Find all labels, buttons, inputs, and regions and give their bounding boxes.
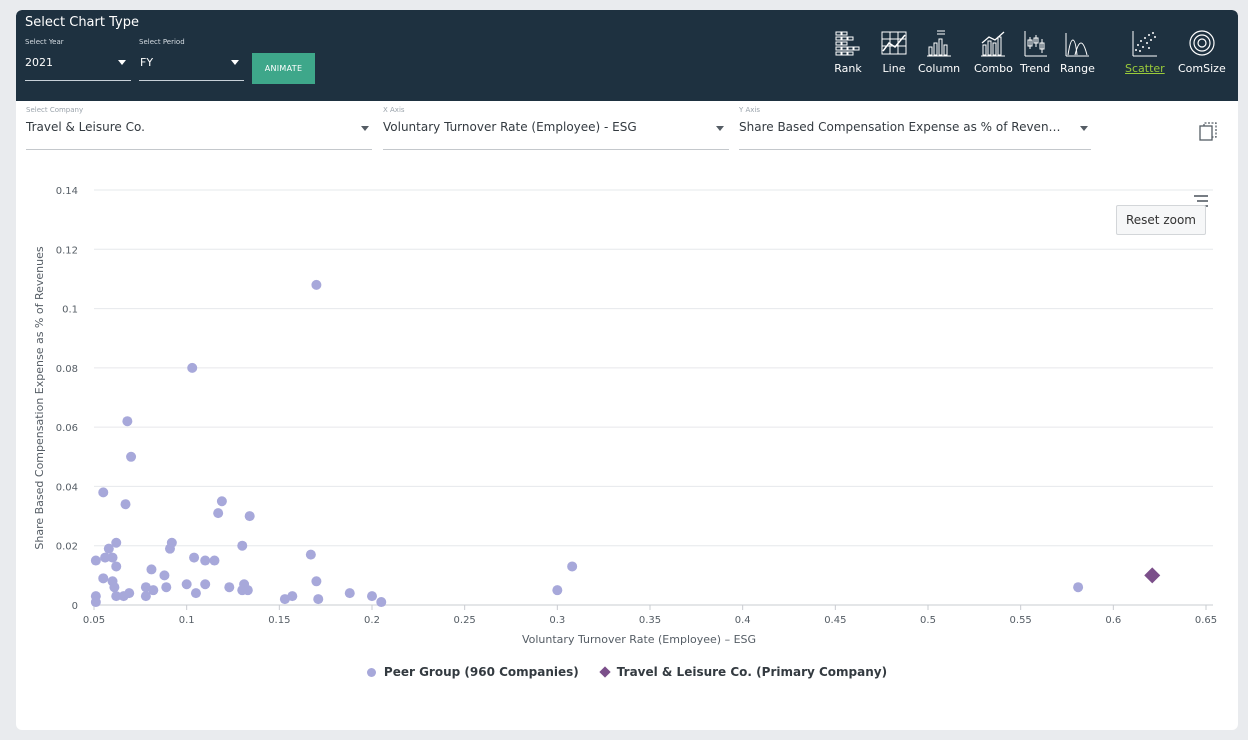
y-axis-title: Share Based Compensation Expense as % of… <box>33 246 46 549</box>
primary-company-point[interactable] <box>1144 567 1161 584</box>
peer-point[interactable] <box>90 555 101 566</box>
peer-point[interactable] <box>189 552 200 563</box>
peer-point[interactable] <box>120 499 131 510</box>
peer-point[interactable] <box>126 451 137 462</box>
peer-point[interactable] <box>98 487 109 498</box>
peer-point[interactable] <box>305 549 316 560</box>
peer-point[interactable] <box>124 588 135 599</box>
x-tick-label: 0.3 <box>549 615 565 626</box>
grid-lines <box>94 189 1213 547</box>
peer-point[interactable] <box>161 582 172 593</box>
peer-point[interactable] <box>209 555 220 566</box>
x-axis-ticks: 0.05 0.1 0.15 0.2 0.25 0.3 0.35 0.4 0.45 0.5 0.55 0… <box>83 605 1217 626</box>
peer-point[interactable] <box>213 508 224 519</box>
peer-point[interactable] <box>107 552 118 563</box>
peer-point[interactable] <box>98 573 109 584</box>
peer-point[interactable] <box>244 511 255 522</box>
legend-label: Peer Group (960 Companies) <box>383 665 579 679</box>
x-tick-label: 0.6 <box>1105 615 1121 626</box>
x-tick-label: 0.5 <box>920 615 936 626</box>
y-tick-label: 0.04 <box>56 482 78 493</box>
x-tick-label: 0.35 <box>639 615 661 626</box>
peer-point[interactable] <box>200 555 211 566</box>
peer-point[interactable] <box>187 362 198 373</box>
x-tick-label: 0.55 <box>1010 615 1032 626</box>
legend-diamond-icon <box>599 666 611 678</box>
peer-point[interactable] <box>109 582 120 593</box>
peer-point[interactable] <box>111 561 122 572</box>
peer-point[interactable] <box>287 591 298 602</box>
x-tick-label: 0.05 <box>83 615 105 626</box>
peer-point[interactable] <box>181 579 192 590</box>
x-tick-label: 0.1 <box>179 615 195 626</box>
peer-point[interactable] <box>140 591 151 602</box>
y-tick-label: 0.02 <box>56 542 78 553</box>
peer-point[interactable] <box>90 597 101 608</box>
peer-point[interactable] <box>242 585 253 596</box>
y-axis-ticks: 0 0.02 0.04 0.06 0.08 0.1 0.12 0.14 <box>56 186 78 612</box>
peer-point[interactable] <box>122 416 133 427</box>
legend-circle-icon <box>366 667 376 677</box>
x-tick-label: 0.4 <box>735 615 751 626</box>
chart-legend: Peer Group (960 Companies) Travel & Leis… <box>16 665 1238 679</box>
x-tick-label: 0.45 <box>824 615 846 626</box>
app-card: Select Chart Type Select Year 2021 Selec… <box>16 10 1238 730</box>
peer-point[interactable] <box>216 496 227 507</box>
x-tick-label: 0.15 <box>268 615 290 626</box>
peer-point[interactable] <box>367 591 377 602</box>
peer-point[interactable] <box>311 576 322 587</box>
peer-point[interactable] <box>376 597 387 608</box>
legend-item-peer-group[interactable]: Peer Group (960 Companies) <box>366 665 579 679</box>
x-axis-title: Voluntary Turnover Rate (Employee) – ESG <box>522 633 756 646</box>
y-tick-label: 0.06 <box>56 423 78 434</box>
peer-point[interactable] <box>164 543 175 554</box>
peer-point[interactable] <box>552 585 563 596</box>
peer-point[interactable] <box>224 582 235 593</box>
peer-point[interactable] <box>567 561 578 572</box>
peer-point[interactable] <box>200 579 211 590</box>
peer-point[interactable] <box>1073 582 1084 593</box>
peer-point[interactable] <box>190 588 201 599</box>
scatter-chart: 0 0.02 0.04 0.06 0.08 0.1 0.12 0.14 0.05 0.1 0.15… <box>33 186 1217 646</box>
y-tick-label: 0.12 <box>56 245 78 256</box>
peer-point[interactable] <box>237 540 248 551</box>
peer-point[interactable] <box>313 594 324 605</box>
x-tick-label: 0.2 <box>364 615 380 626</box>
x-tick-label: 0.25 <box>454 615 476 626</box>
peer-point[interactable] <box>344 588 355 599</box>
legend-item-primary-company[interactable]: Travel & Leisure Co. (Primary Company) <box>599 665 888 679</box>
data-points <box>90 279 1161 608</box>
y-tick-label: 0.14 <box>56 186 78 197</box>
peer-point[interactable] <box>146 564 157 575</box>
y-tick-label: 0.08 <box>56 364 78 375</box>
peer-point[interactable] <box>103 543 114 554</box>
peer-point[interactable] <box>311 279 322 290</box>
y-tick-label: 0.1 <box>62 305 78 316</box>
y-tick-label: 0 <box>72 601 78 612</box>
x-tick-label: 0.65 <box>1195 615 1217 626</box>
reset-zoom-button[interactable]: Reset zoom <box>1116 205 1206 235</box>
peer-point[interactable] <box>159 570 170 581</box>
legend-label: Travel & Leisure Co. (Primary Company) <box>616 665 888 679</box>
